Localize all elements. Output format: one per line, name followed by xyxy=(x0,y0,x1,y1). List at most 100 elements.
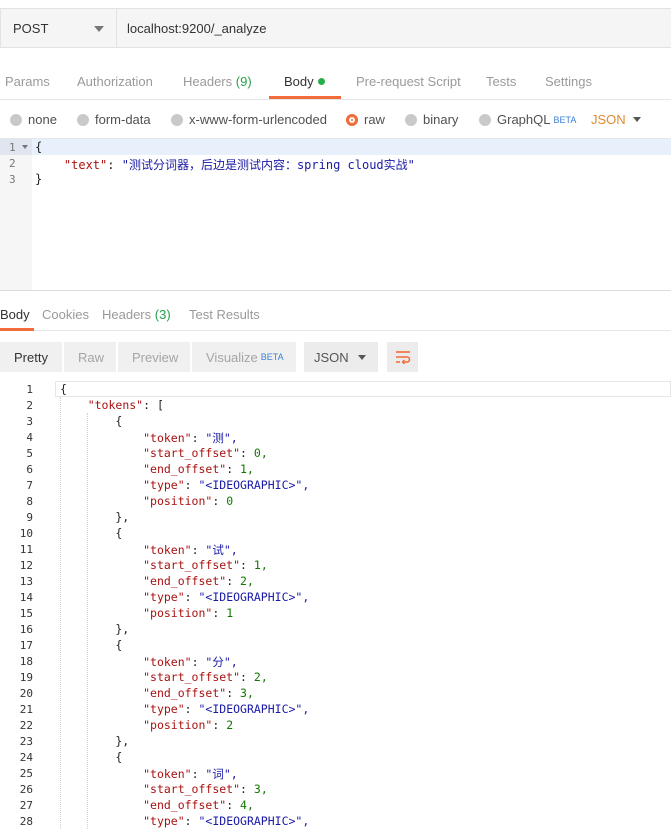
chevron-down-icon xyxy=(358,355,366,360)
chevron-down-icon[interactable] xyxy=(633,117,641,122)
view-visualize-label: Visualize xyxy=(206,349,258,365)
json-number: 1, xyxy=(240,462,254,476)
json-colon: : xyxy=(240,670,254,684)
line-number: 16 xyxy=(19,623,33,636)
tab-response-headers-count: (3) xyxy=(154,307,171,322)
method-select[interactable]: POST xyxy=(0,8,117,48)
radio-none-label: none xyxy=(28,112,57,127)
json-colon: : xyxy=(184,590,199,604)
beta-badge: BETA xyxy=(553,114,577,125)
tab-tests[interactable]: Tests xyxy=(486,74,516,89)
radio-circle-icon xyxy=(77,113,89,126)
tab-params[interactable]: Params xyxy=(5,74,50,89)
tab-headers-label: Headers xyxy=(183,74,233,89)
code-line: "start_offset": 0, xyxy=(60,446,268,460)
code-line: "text": "测试分词器，后边是测试内容：spring cloud实战" xyxy=(35,156,415,173)
radio-circle-icon xyxy=(405,113,417,126)
json-string: "测", xyxy=(205,431,238,445)
response-body-viewer[interactable]: 1{2 "tokens": [3 {4 "token": "测", 5 "star… xyxy=(0,381,671,830)
json-colon: : xyxy=(240,446,254,460)
active-line-highlight xyxy=(55,381,671,397)
tab-cookies[interactable]: Cookies xyxy=(42,307,89,322)
json-colon: : xyxy=(226,686,241,700)
json-string: "词", xyxy=(205,767,238,781)
code-line: "start_offset": 2, xyxy=(60,670,268,684)
code-line: }, xyxy=(60,510,130,524)
tab-response-body[interactable]: Body xyxy=(0,307,30,322)
code-line: "type": "<IDEOGRAPHIC>", xyxy=(60,590,309,604)
json-string: "分", xyxy=(205,655,238,669)
line-number: 24 xyxy=(19,751,33,764)
json-key: "text" xyxy=(63,158,108,172)
view-pretty-button[interactable]: Pretty xyxy=(0,342,62,372)
tab-authorization[interactable]: Authorization xyxy=(77,74,153,89)
json-number: 4, xyxy=(240,798,254,812)
json-key: "end_offset" xyxy=(143,462,227,476)
code-line: "type": "<IDEOGRAPHIC>", xyxy=(60,702,309,716)
radio-raw[interactable]: raw xyxy=(346,112,385,127)
radio-graphql[interactable]: GraphQL BETA xyxy=(479,112,576,127)
radio-binary[interactable]: binary xyxy=(405,112,458,127)
radio-urlencoded[interactable]: x-www-form-urlencoded xyxy=(171,112,327,127)
tab-response-headers[interactable]: Headers (3) xyxy=(102,307,171,322)
request-body-editor[interactable]: 1 2 3 { "text": "测试分词器，后边是测试内容：spring cl… xyxy=(0,138,671,291)
json-string: "<IDEOGRAPHIC>", xyxy=(198,814,310,828)
json-number: 2, xyxy=(253,670,268,684)
json-string: "<IDEOGRAPHIC>", xyxy=(198,702,310,716)
chevron-down-icon xyxy=(94,26,104,32)
code-line: "end_offset": 2, xyxy=(60,574,254,588)
code-line: "type": "<IDEOGRAPHIC>", xyxy=(60,478,309,492)
wrap-lines-button[interactable] xyxy=(387,342,418,372)
code-line: "token": "分", xyxy=(60,654,238,670)
code-line: "type": "<IDEOGRAPHIC>", xyxy=(60,814,309,828)
json-key: "position" xyxy=(143,718,213,732)
tab-pre-request-script[interactable]: Pre-request Script xyxy=(356,74,461,89)
line-number: 3 xyxy=(9,173,16,186)
radio-form-data[interactable]: form-data xyxy=(77,112,151,127)
body-format-select[interactable]: JSON xyxy=(591,112,626,127)
line-number: 27 xyxy=(19,799,33,812)
response-format-select[interactable]: JSON xyxy=(304,342,378,372)
line-number: 25 xyxy=(19,767,33,780)
json-key: "end_offset" xyxy=(143,574,227,588)
response-format-label: JSON xyxy=(314,349,349,365)
view-preview-button[interactable]: Preview xyxy=(118,342,190,372)
method-label: POST xyxy=(13,20,49,36)
line-number: 28 xyxy=(19,815,33,828)
view-visualize-button[interactable]: Visualize BETA xyxy=(192,342,296,372)
view-raw-button[interactable]: Raw xyxy=(64,342,116,372)
json-key: "token" xyxy=(143,767,192,781)
radio-none[interactable]: none xyxy=(10,112,57,127)
tab-test-results[interactable]: Test Results xyxy=(189,307,260,322)
json-key: "start_offset" xyxy=(143,782,241,796)
code-line: { xyxy=(60,750,123,764)
json-key: "token" xyxy=(143,655,192,669)
tab-headers[interactable]: Headers (9) xyxy=(183,74,252,89)
fold-arrow-icon[interactable] xyxy=(22,145,28,149)
json-number: 3, xyxy=(240,686,254,700)
json-key: "type" xyxy=(143,478,185,492)
json-number: 0 xyxy=(226,494,234,508)
code-line: "start_offset": 1, xyxy=(60,558,268,572)
tab-settings[interactable]: Settings xyxy=(545,74,592,89)
json-colon: : xyxy=(143,398,157,412)
json-colon: : xyxy=(184,478,199,492)
radio-raw-label: raw xyxy=(364,112,385,127)
radio-binary-label: binary xyxy=(423,112,459,127)
url-input[interactable]: localhost:9200/_analyze xyxy=(117,8,671,48)
json-colon: : xyxy=(184,702,199,716)
code-line: "token": "测", xyxy=(60,430,238,446)
radio-circle-icon xyxy=(10,113,22,126)
tab-body[interactable]: Body xyxy=(284,74,325,89)
